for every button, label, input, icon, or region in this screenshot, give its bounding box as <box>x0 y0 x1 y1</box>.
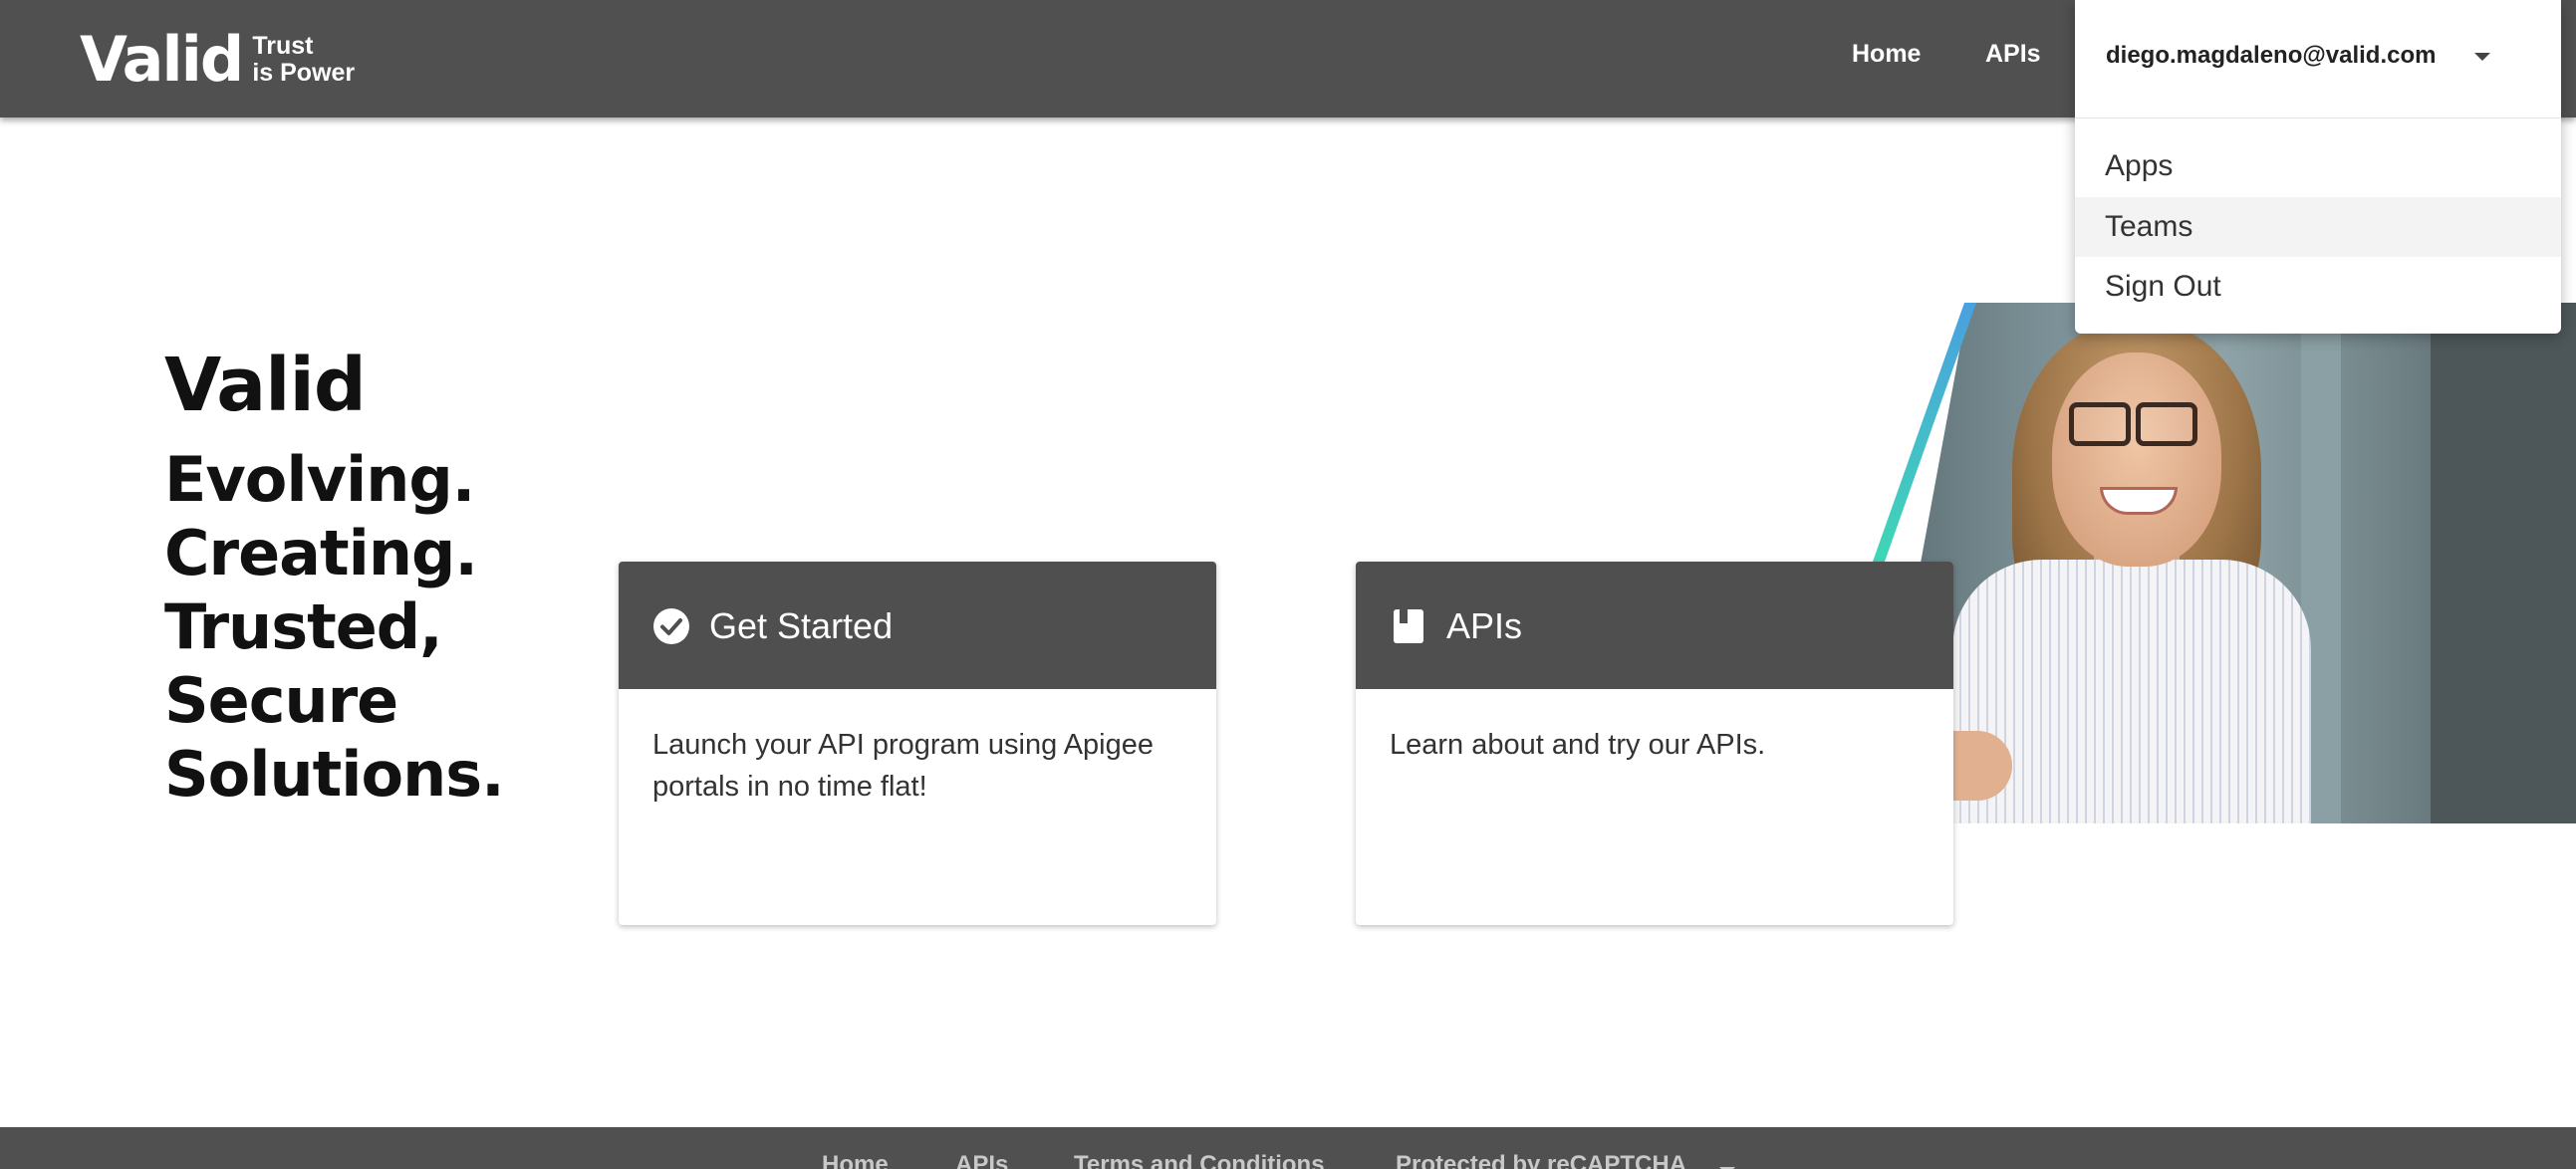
check-circle-icon <box>653 608 689 644</box>
user-email: diego.magdaleno@valid.com <box>2106 42 2437 69</box>
footer: Home APIs Terms and Conditions Protected… <box>0 1127 2576 1169</box>
user-dropdown-menu: diego.magdaleno@valid.com Apps Teams Sig… <box>2075 0 2561 334</box>
menu-item-apps-label: Apps <box>2105 149 2174 182</box>
card-apis[interactable]: APIs Learn about and try our APIs. <box>1356 562 1953 925</box>
menu-item-sign-out[interactable]: Sign Out <box>2075 257 2561 317</box>
door-shadow <box>2431 303 2576 823</box>
user-menu-toggle[interactable]: diego.magdaleno@valid.com <box>2075 0 2561 118</box>
hero-tagline: Evolving. Creating. Trusted, Secure Solu… <box>164 443 505 811</box>
card-description: Learn about and try our APIs. <box>1390 729 1766 761</box>
hero-title: Valid <box>164 343 367 428</box>
card-title: Get Started <box>709 605 894 646</box>
glasses-left-lens <box>2069 402 2131 446</box>
footer-home-link[interactable]: Home <box>822 1151 889 1169</box>
footer-terms-link[interactable]: Terms and Conditions <box>1074 1151 1325 1169</box>
card-get-started[interactable]: Get Started Launch your API program usin… <box>619 562 1216 925</box>
logo-wordmark: Valid <box>80 23 244 96</box>
menu-item-sign-out-label: Sign Out <box>2105 270 2221 303</box>
footer-apis-link[interactable]: APIs <box>955 1151 1008 1169</box>
valid-logo-link[interactable]: Valid Trust is Power <box>80 22 355 98</box>
menu-item-teams[interactable]: Teams <box>2075 197 2561 257</box>
person-face <box>2052 352 2221 567</box>
logo-tagline: Trust is Power <box>252 33 355 87</box>
logo-tagline-line-2: is Power <box>252 59 356 87</box>
menu-item-apps[interactable]: Apps <box>2075 136 2561 196</box>
logo-tagline-line-1: Trust <box>252 32 314 60</box>
glasses-right-lens <box>2136 402 2197 446</box>
card-header: Get Started <box>619 562 1216 689</box>
card-title: APIs <box>1446 605 1523 646</box>
page: Valid Trust is Power Home APIs diego.mag… <box>0 0 2576 1169</box>
nav-home-link[interactable]: Home <box>1852 40 1921 69</box>
nav-apis-link[interactable]: APIs <box>1985 40 2041 69</box>
menu-item-teams-label: Teams <box>2105 210 2193 243</box>
card-description: Launch your API program using Apigee por… <box>652 729 1154 803</box>
card-header: APIs <box>1356 562 1953 689</box>
chevron-down-icon <box>2474 53 2490 61</box>
hero-photo <box>1873 303 2576 823</box>
footer-recaptcha-toggle[interactable]: Protected by reCAPTCHA <box>1396 1151 1686 1169</box>
book-icon <box>1394 609 1423 643</box>
